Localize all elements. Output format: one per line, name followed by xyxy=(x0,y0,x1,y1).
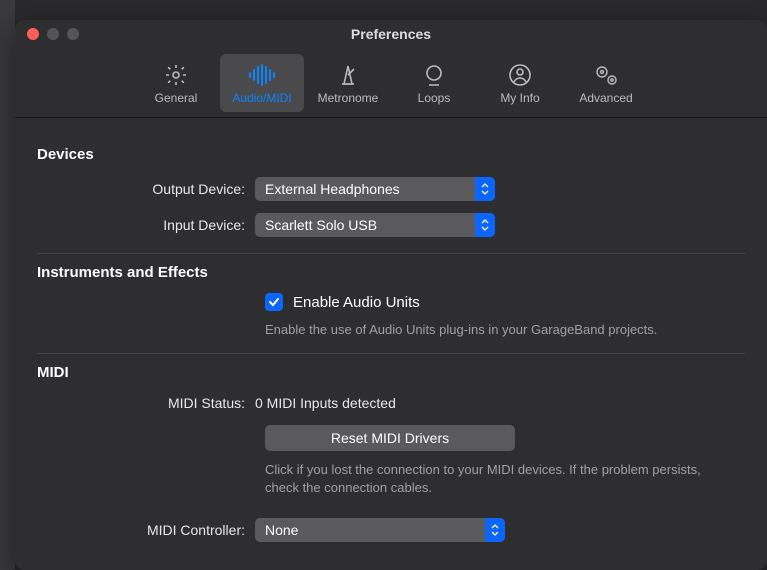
gear-icon xyxy=(164,61,188,89)
preferences-window: Preferences General xyxy=(15,20,767,570)
tab-label: General xyxy=(155,91,198,105)
dropdown-arrows-icon xyxy=(475,177,495,201)
content-area: Devices Output Device: External Headphon… xyxy=(15,118,767,548)
metronome-icon xyxy=(336,61,360,89)
titlebar: Preferences xyxy=(15,20,767,48)
midi-status-row: MIDI Status: 0 MIDI Inputs detected xyxy=(15,389,767,417)
tab-label: Metronome xyxy=(318,91,379,105)
window-title: Preferences xyxy=(15,26,767,42)
output-device-label: Output Device: xyxy=(37,181,255,197)
midi-status-value: 0 MIDI Inputs detected xyxy=(255,395,396,411)
tab-metronome[interactable]: Metronome xyxy=(306,54,390,112)
enable-audio-units-checkbox[interactable] xyxy=(265,293,283,311)
input-device-row: Input Device: Scarlett Solo USB xyxy=(15,207,767,243)
midi-status-label: MIDI Status: xyxy=(37,395,255,411)
reset-midi-row: Reset MIDI Drivers xyxy=(15,417,767,455)
section-devices-header: Devices xyxy=(15,136,767,171)
reset-midi-hint: Click if you lost the connection to your… xyxy=(15,455,767,501)
output-device-row: Output Device: External Headphones xyxy=(15,171,767,207)
user-icon xyxy=(508,61,532,89)
checkmark-icon xyxy=(268,296,280,308)
tab-loops[interactable]: Loops xyxy=(392,54,476,112)
dropdown-arrows-icon xyxy=(485,518,505,542)
midi-controller-select[interactable]: None xyxy=(255,518,505,542)
section-instruments-header: Instruments and Effects xyxy=(15,254,767,289)
tab-audio-midi[interactable]: Audio/MIDI xyxy=(220,54,304,112)
dropdown-arrows-icon xyxy=(475,213,495,237)
input-device-value: Scarlett Solo USB xyxy=(265,217,377,233)
midi-controller-label: MIDI Controller: xyxy=(37,522,255,538)
midi-controller-row: MIDI Controller: None xyxy=(15,512,767,548)
output-device-select[interactable]: External Headphones xyxy=(255,177,495,201)
tab-label: My Info xyxy=(500,91,539,105)
enable-audio-units-hint: Enable the use of Audio Units plug-ins i… xyxy=(15,315,767,343)
toolbar: General Audio/MIDI xyxy=(15,48,767,118)
loop-icon xyxy=(422,61,446,89)
tab-label: Advanced xyxy=(579,91,632,105)
enable-audio-units-row: Enable Audio Units xyxy=(15,289,767,315)
reset-midi-button[interactable]: Reset MIDI Drivers xyxy=(265,425,515,451)
section-midi-header: MIDI xyxy=(15,354,767,389)
tab-advanced[interactable]: Advanced xyxy=(564,54,648,112)
tab-general[interactable]: General xyxy=(134,54,218,112)
output-device-value: External Headphones xyxy=(265,181,400,197)
gears-icon xyxy=(593,61,619,89)
midi-controller-value: None xyxy=(265,522,298,538)
input-device-label: Input Device: xyxy=(37,217,255,233)
soundwave-icon xyxy=(247,61,277,89)
tab-my-info[interactable]: My Info xyxy=(478,54,562,112)
tab-label: Audio/MIDI xyxy=(232,91,291,105)
enable-audio-units-label: Enable Audio Units xyxy=(293,294,420,311)
tab-label: Loops xyxy=(418,91,451,105)
input-device-select[interactable]: Scarlett Solo USB xyxy=(255,213,495,237)
